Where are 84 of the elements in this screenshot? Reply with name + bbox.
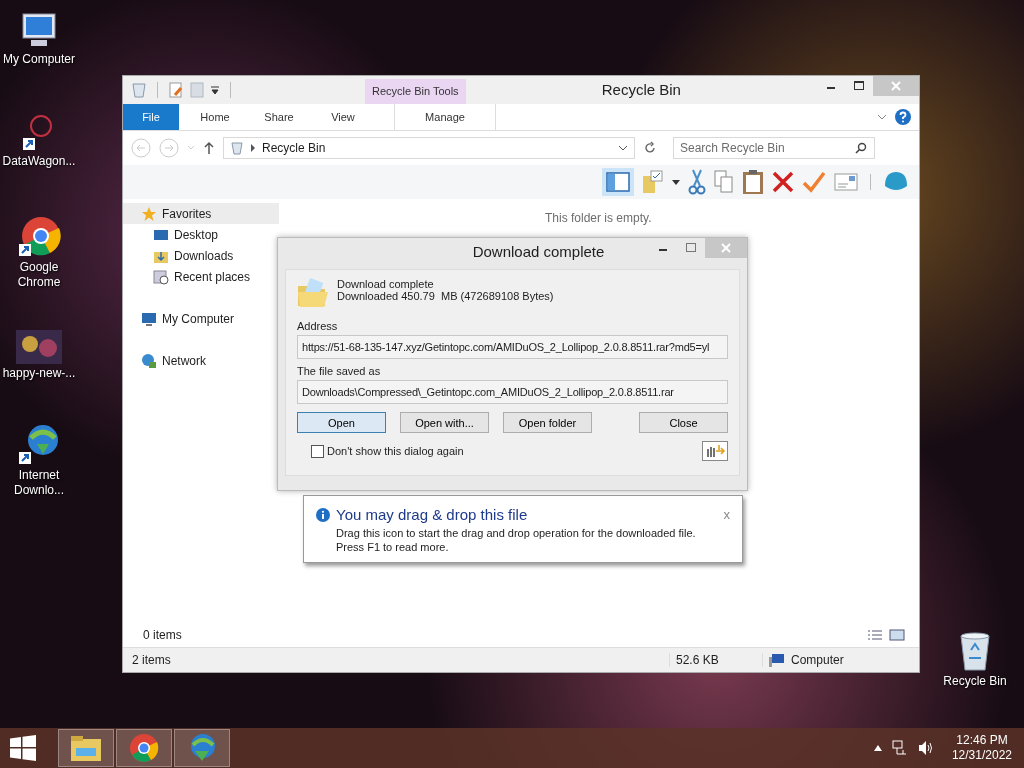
volume-icon[interactable] [917, 740, 934, 756]
recent-places-icon [153, 268, 169, 285]
ribbon-tab[interactable]: View [315, 104, 371, 130]
image-thumbnail-icon[interactable] [16, 330, 62, 364]
nav-item[interactable]: Downloads [123, 245, 291, 266]
maximize-icon [854, 81, 864, 91]
delete-x-icon[interactable] [772, 171, 794, 193]
chrome-logo-icon [129, 733, 159, 763]
up-arrow-icon[interactable] [203, 141, 215, 155]
scissors-icon[interactable] [688, 169, 706, 195]
tooltip-title: You may drag & drop this file [336, 506, 528, 523]
info-icon [316, 507, 330, 522]
envelope-icon[interactable] [834, 173, 858, 191]
dialog-heading: Download complete [337, 278, 435, 290]
hand-arrows-icon[interactable] [702, 441, 728, 461]
taskbar-app-button[interactable] [116, 729, 172, 767]
dialog-button[interactable]: Open [297, 412, 386, 433]
empty-folder-message: This folder is empty. [545, 211, 653, 225]
tooltip-text: Press F1 to read more. [335, 540, 450, 554]
desktop-icon-label[interactable]: Internet Downlo... [2, 468, 76, 498]
tooltip-dismiss[interactable]: x [723, 507, 730, 522]
clipboard-icon[interactable] [742, 169, 764, 195]
maximize-icon [686, 243, 696, 253]
network-icon[interactable] [891, 740, 908, 756]
clock[interactable]: 12:46 PM 12/31/2022 [951, 733, 1012, 763]
window-title: Recycle Bin [600, 80, 682, 100]
ribbon-tab[interactable]: Share [251, 104, 307, 130]
checkbox-label[interactable]: Don't show this dialog again [327, 445, 464, 457]
thumbnail-view-icon[interactable] [889, 629, 905, 641]
dialog-button[interactable]: Close [639, 412, 728, 433]
desktop-icon-label[interactable]: Google Chrome [2, 260, 76, 290]
nav-item[interactable]: Network [123, 350, 279, 371]
desktop-icon-label[interactable]: Recycle Bin [938, 674, 1012, 689]
folder-icon [70, 734, 102, 762]
desktop-icon-label[interactable]: happy-new-... [2, 366, 76, 381]
desktop-icon-label[interactable]: My Computer [2, 52, 76, 67]
computer-icon [141, 310, 157, 327]
dialog-title: Download complete [471, 242, 606, 262]
status-size: 52.6 KB [669, 653, 762, 667]
nav-item[interactable]: Favorites [123, 203, 279, 224]
status-item-count: 2 items [131, 653, 172, 667]
address-field[interactable]: https://51-68-135-147.xyz/Getintopc.com/AMIDuOS_2_Lollipop_2.0.8.8511.rar?md5=yl [297, 335, 728, 359]
chevron-down-icon[interactable] [877, 113, 887, 121]
tooltip-text: Drag this icon to start the drag and drop operation for the downloaded file. [335, 526, 697, 540]
status-location: Computer [791, 653, 844, 667]
refresh-icon[interactable] [643, 141, 657, 155]
windows-logo-icon[interactable] [10, 735, 36, 761]
globe-icon [141, 352, 157, 369]
dialog-button[interactable]: Open folder [503, 412, 592, 433]
layout-pane-icon[interactable] [602, 168, 634, 196]
computer-icon [769, 653, 785, 667]
field-label: Address [297, 320, 339, 332]
chrome-logo-icon[interactable] [17, 214, 61, 258]
globe-arrow-icon[interactable] [17, 422, 61, 466]
search-field[interactable]: Search Recycle Bin [673, 137, 875, 159]
search-icon[interactable] [855, 142, 867, 154]
recycle-bin-icon [131, 82, 147, 98]
close-icon [721, 243, 731, 253]
properties-icon[interactable] [168, 82, 184, 98]
folder-check-icon[interactable] [642, 170, 664, 194]
item-count: 0 items [143, 628, 182, 642]
dropdown-icon[interactable] [210, 85, 220, 95]
nav-item[interactable]: Recent places [123, 266, 291, 287]
file-tab[interactable]: File [123, 104, 179, 130]
ribbon-tab[interactable]: Home [187, 104, 243, 130]
contextual-tab-group: Recycle Bin Tools [365, 79, 466, 104]
address-bar[interactable]: Recycle Bin [223, 137, 635, 159]
checkbox[interactable] [311, 444, 324, 458]
star-icon [141, 205, 157, 222]
taskbar-app-button[interactable] [58, 729, 114, 767]
close-icon [891, 81, 901, 91]
taskbar-app-button[interactable] [174, 729, 230, 767]
dropdown-icon[interactable] [672, 179, 680, 185]
nav-item[interactable]: Desktop [123, 224, 291, 245]
nav-item[interactable]: My Computer [123, 308, 279, 329]
saved-path-field[interactable]: Downloads\Compressed\_Getintopc.com_AMIDuOS_2_Lollipop_2.0.8.8511.rar [297, 380, 728, 404]
dialog-button[interactable]: Open with... [400, 412, 489, 433]
open-folder-icon [297, 278, 329, 308]
download-size: Downloaded 450.79 MB (472689108 Bytes) [337, 290, 554, 302]
desktop-icon-label[interactable]: DataWagon... [2, 154, 76, 169]
caret-up-icon[interactable] [873, 745, 882, 751]
field-label: The file saved as [297, 365, 382, 377]
checkmark-icon[interactable] [802, 171, 826, 193]
help-icon[interactable] [895, 109, 911, 125]
